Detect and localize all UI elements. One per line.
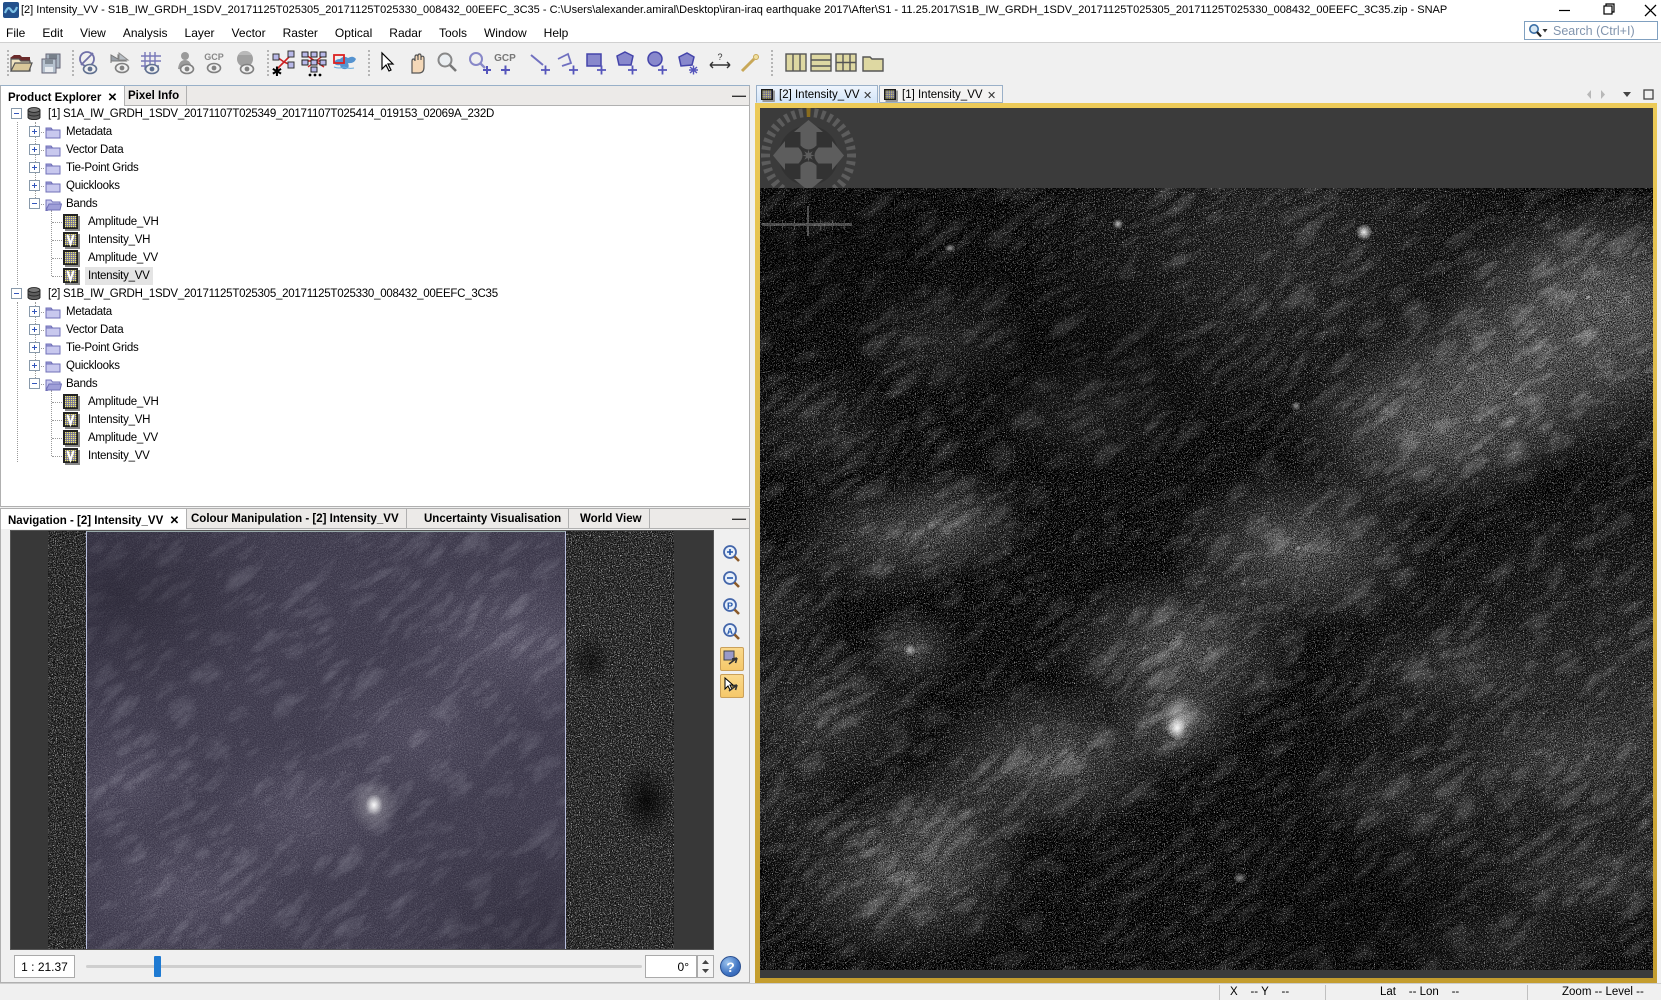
svg-text:P: P: [727, 601, 733, 611]
svg-text:GCP: GCP: [494, 53, 516, 64]
svg-text:?: ?: [717, 52, 722, 62]
svg-text:GCP: GCP: [204, 52, 224, 62]
svg-text:A: A: [727, 627, 733, 637]
svg-text:✱: ✱: [272, 64, 283, 77]
